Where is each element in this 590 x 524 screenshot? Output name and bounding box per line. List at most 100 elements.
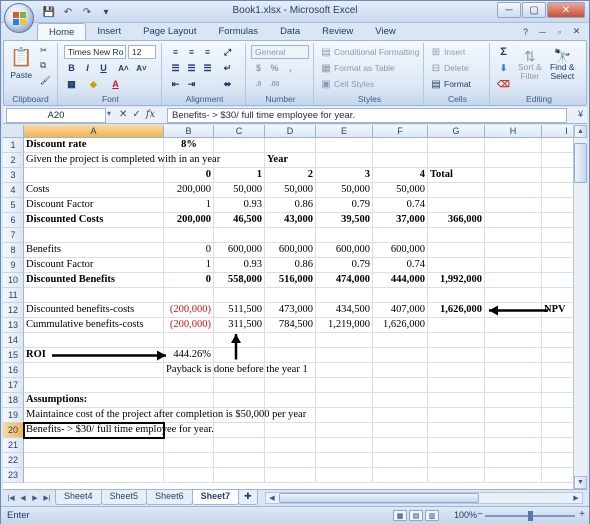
cell-f21[interactable] <box>373 438 428 453</box>
row-header-13[interactable]: 13 <box>3 318 24 333</box>
copy-icon[interactable]: ⧉ <box>40 60 46 71</box>
cell-h23[interactable] <box>485 468 542 483</box>
worksheet-grid[interactable]: A B C D E F G H I 1 2 3 4 5 6 7 8 9 10 11 12 13 14 15 16 17 18 19 20… <box>3 125 587 489</box>
cell-a16[interactable] <box>24 363 164 378</box>
cell-d20[interactable] <box>265 423 316 438</box>
cell-h7[interactable] <box>485 228 542 243</box>
ribbon-close-icon[interactable]: ✕ <box>570 25 583 38</box>
sort-filter-button[interactable]: ⇅ Sort & Filter <box>518 49 542 81</box>
font-name-select[interactable]: Times New Ro <box>64 45 126 59</box>
cell-g13[interactable] <box>428 318 485 333</box>
increase-decimal-icon[interactable]: .0 <box>251 77 266 91</box>
page-break-view-icon[interactable]: ▥ <box>425 510 439 521</box>
format-as-table-button[interactable]: ▦ Format as Table <box>320 62 395 74</box>
cell-h22[interactable] <box>485 453 542 468</box>
cell-g1[interactable] <box>428 138 485 153</box>
cell-c21[interactable] <box>214 438 265 453</box>
cell-e2[interactable] <box>316 153 373 168</box>
fill-color-icon[interactable]: ◆ <box>86 77 101 91</box>
cell-c11[interactable] <box>214 288 265 303</box>
tab-page-layout[interactable]: Page Layout <box>132 23 207 41</box>
cell-b18[interactable] <box>164 393 214 408</box>
cell-b17[interactable] <box>164 378 214 393</box>
sheet-tab-sheet7[interactable]: Sheet7 <box>191 490 240 505</box>
cell-d17[interactable] <box>265 378 316 393</box>
cell-e19[interactable] <box>316 408 373 423</box>
cell-a22[interactable] <box>24 453 164 468</box>
cell-e23[interactable] <box>316 468 373 483</box>
cell-d15[interactable] <box>265 348 316 363</box>
cell-e11[interactable] <box>316 288 373 303</box>
align-center-icon[interactable]: ☰ <box>184 61 199 75</box>
row-header-23[interactable]: 23 <box>3 468 24 483</box>
cell-styles-button[interactable]: ▣ Cell Styles <box>320 78 374 90</box>
row-header-16[interactable]: 16 <box>3 363 24 378</box>
cell-b23[interactable] <box>164 468 214 483</box>
cell-f2[interactable] <box>373 153 428 168</box>
name-box-dropdown-icon[interactable]: ▾ <box>107 109 111 118</box>
cell-h15[interactable] <box>485 348 542 363</box>
cell-d14[interactable] <box>265 333 316 348</box>
cell-e1[interactable] <box>316 138 373 153</box>
cell-g5[interactable] <box>428 198 485 213</box>
cell-c2[interactable] <box>214 153 265 168</box>
row-header-1[interactable]: 1 <box>3 138 24 153</box>
row-header-2[interactable]: 2 <box>3 153 24 168</box>
cell-d11[interactable] <box>265 288 316 303</box>
cell-g18[interactable] <box>428 393 485 408</box>
percent-icon[interactable]: % <box>267 61 282 75</box>
autosum-icon[interactable]: Σ <box>496 45 511 59</box>
cell-b14[interactable] <box>164 333 214 348</box>
column-header-h[interactable]: H <box>485 125 542 138</box>
cancel-icon[interactable]: ✕ <box>119 109 127 120</box>
row-header-18[interactable]: 18 <box>3 393 24 408</box>
zoom-slider[interactable] <box>485 511 575 521</box>
scroll-right-icon[interactable]: ▶ <box>570 493 582 503</box>
insert-cells-button[interactable]: ⊞ Insert <box>430 46 465 58</box>
tab-formulas[interactable]: Formulas <box>207 23 269 41</box>
tab-home[interactable]: Home <box>37 23 87 41</box>
shrink-font-button[interactable]: A˅ <box>134 61 149 75</box>
grow-font-button[interactable]: A˄ <box>116 61 131 75</box>
cell-a17[interactable] <box>24 378 164 393</box>
align-middle-icon[interactable]: ≡ <box>184 45 199 59</box>
tab-data[interactable]: Data <box>269 23 311 41</box>
cell-f19[interactable] <box>373 408 428 423</box>
cell-f16[interactable] <box>373 363 428 378</box>
cell-e7[interactable] <box>316 228 373 243</box>
formula-input[interactable]: Benefits- > $30/ full time employee for … <box>167 108 567 123</box>
row-header-20[interactable]: 20 <box>3 423 24 438</box>
cell-g11[interactable] <box>428 288 485 303</box>
cell-f14[interactable] <box>373 333 428 348</box>
merge-center-icon[interactable]: ⬌ <box>220 77 235 91</box>
row-header-19[interactable]: 19 <box>3 408 24 423</box>
last-sheet-icon[interactable]: ▶| <box>42 492 52 503</box>
cell-f18[interactable] <box>373 393 428 408</box>
close-button[interactable]: ✕ <box>547 2 585 18</box>
cell-h11[interactable] <box>485 288 542 303</box>
cell-g14[interactable] <box>428 333 485 348</box>
increase-indent-icon[interactable]: ⇥ <box>184 77 199 91</box>
cell-b7[interactable] <box>164 228 214 243</box>
ribbon-minimize-icon[interactable]: ─ <box>536 25 549 38</box>
cell-g17[interactable] <box>428 378 485 393</box>
next-sheet-icon[interactable]: ▶ <box>30 492 40 503</box>
align-bottom-icon[interactable]: ≡ <box>200 45 215 59</box>
column-header-d[interactable]: D <box>265 125 316 138</box>
row-header-5[interactable]: 5 <box>3 198 24 213</box>
horizontal-scroll-thumb[interactable] <box>279 493 479 503</box>
cell-b21[interactable] <box>164 438 214 453</box>
cell-h19[interactable] <box>485 408 542 423</box>
cell-c15[interactable] <box>214 348 265 363</box>
office-button[interactable] <box>4 3 34 33</box>
paste-button[interactable]: 📋 Paste <box>10 47 32 80</box>
cell-h5[interactable] <box>485 198 542 213</box>
column-header-b[interactable]: B <box>164 125 214 138</box>
cell-a3[interactable] <box>24 168 164 183</box>
cell-c7[interactable] <box>214 228 265 243</box>
row-header-22[interactable]: 22 <box>3 453 24 468</box>
row-header-7[interactable]: 7 <box>3 228 24 243</box>
format-cells-button[interactable]: ▤ Format <box>430 78 471 90</box>
find-select-button[interactable]: 🔭 Find & Select <box>550 49 575 81</box>
cell-a14[interactable] <box>24 333 164 348</box>
